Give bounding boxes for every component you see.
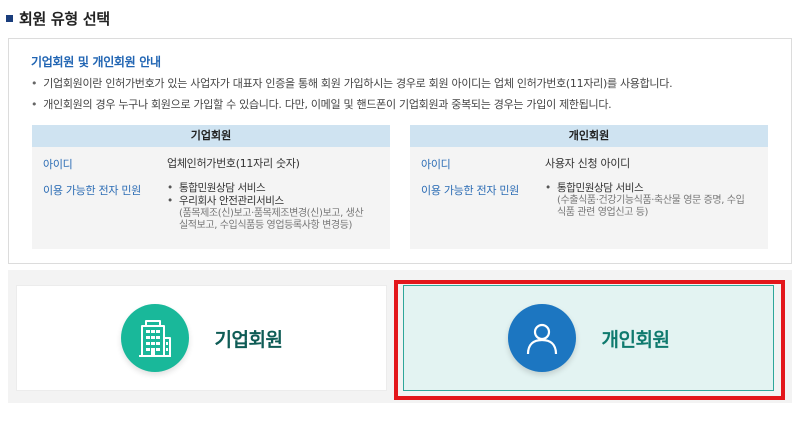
corporate-panel-header: 기업회원: [32, 125, 390, 147]
individual-info-panel: 개인회원 아이디 사용자 신청 아이디 이용 가능한 전자 민원 • 통합민원상담…: [410, 125, 768, 249]
bullet-icon: •: [31, 77, 38, 90]
guide-title: 기업회원 및 개인회원 안내: [31, 55, 161, 69]
corporate-member-button[interactable]: 기업회원: [16, 285, 387, 391]
membership-guide-box: 기업회원 및 개인회원 안내 • 기업회원이란 인허가번호가 있는 사업자가 대표…: [8, 38, 792, 264]
building-icon: [120, 304, 189, 372]
section-header: 회원 유형 선택: [6, 8, 110, 28]
individual-id-label: 아이디: [421, 158, 451, 171]
bullet-icon: •: [31, 98, 38, 111]
corporate-services-label: 이용 가능한 전자 민원: [43, 184, 141, 197]
service-detail: (수출식품·건강기능식품·축산물 영문 증명, 수입: [557, 195, 745, 206]
individual-services-list: • 통합민원상담 서비스 (수출식품·건강기능식품·축산물 영문 증명, 수입 식…: [545, 182, 745, 219]
service-detail: 실적보고, 수입식품등 영업등록사항 변경등): [179, 220, 353, 231]
list-item: • 우리회사 안전관리서비스: [167, 195, 363, 208]
corporate-id-label: 아이디: [43, 158, 73, 171]
guide-line-corporate: • 기업회원이란 인허가번호가 있는 사업자가 대표자 인증을 통해 회원 가입하…: [31, 75, 673, 91]
individual-services-label: 이용 가능한 전자 민원: [421, 184, 519, 197]
individual-panel-header: 개인회원: [410, 125, 768, 147]
guide-text-individual: 개인회원의 경우 누구나 회원으로 가입할 수 있습니다. 다만, 이메일 및 …: [43, 98, 612, 111]
list-item: • 통합민원상담 서비스: [167, 182, 363, 195]
corporate-services-list: • 통합민원상담 서비스 • 우리회사 안전관리서비스 (품목제조(신)보고·품목제…: [167, 182, 364, 232]
service-detail: 식품 관련 영업신고 등): [557, 207, 649, 218]
service-detail: (품목제조(신)보고·품목제조변경(신)보고, 생산: [179, 208, 364, 219]
guide-line-individual: • 개인회원의 경우 누구나 회원으로 가입할 수 있습니다. 다만, 이메일 및…: [31, 96, 612, 112]
corporate-member-label: 기업회원: [214, 328, 283, 351]
section-title: 회원 유형 선택: [19, 9, 110, 28]
guide-text-corporate: 기업회원이란 인허가번호가 있는 사업자가 대표자 인증을 통해 회원 가입하시…: [43, 77, 673, 90]
corporate-info-panel: 기업회원 아이디 업체인허가번호(11자리 숫자) 이용 가능한 전자 민원 •…: [32, 125, 390, 249]
selection-highlight: [394, 280, 785, 400]
individual-id-value: 사용자 신청 아이디: [545, 157, 630, 170]
section-square-icon: [6, 14, 13, 22]
bullet-icon: •: [167, 182, 173, 194]
bullet-icon: •: [545, 182, 551, 194]
service-name: 통합민원상담 서비스: [557, 182, 644, 194]
corporate-id-value: 업체인허가번호(11자리 숫자): [167, 157, 300, 170]
service-name: 우리회사 안전관리서비스: [179, 195, 284, 207]
list-item: • 통합민원상담 서비스: [545, 182, 744, 195]
bullet-icon: •: [167, 195, 173, 207]
service-name: 통합민원상담 서비스: [179, 182, 266, 194]
